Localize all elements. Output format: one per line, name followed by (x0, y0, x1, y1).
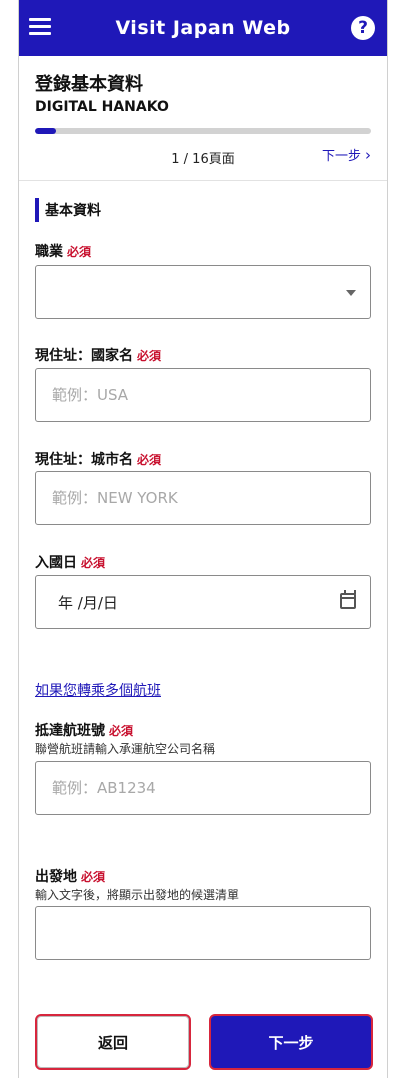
app-title: Visit Japan Web (115, 17, 291, 39)
progress-fill (35, 128, 56, 134)
departure-label: 出發地 必須 (35, 866, 105, 886)
page-title: 登錄基本資料 (35, 74, 143, 95)
country-input[interactable] (36, 369, 370, 421)
occupation-select-value[interactable] (36, 266, 370, 318)
required-badge: 必須 (109, 724, 134, 738)
required-badge: 必須 (81, 556, 106, 570)
header-divider (19, 180, 387, 181)
back-button[interactable]: 返回 (35, 1014, 191, 1070)
required-badge: 必須 (67, 245, 92, 259)
user-name: DIGITAL HANAKO (35, 99, 169, 115)
help-icon[interactable]: ? (351, 16, 375, 40)
city-label: 現住址：城市名 必須 (35, 449, 161, 469)
flight-label-text: 抵達航班號 (35, 723, 105, 739)
entry-date-value: 年 /月/日 (58, 594, 118, 612)
city-field[interactable] (35, 471, 371, 525)
entry-date-label: 入國日 必須 (35, 552, 105, 572)
required-badge: 必須 (137, 453, 162, 467)
city-label-text: 現住址：城市名 (35, 452, 133, 468)
entry-date-field[interactable]: 年 /月/日 (35, 575, 371, 629)
top-bar: Visit Japan Web ? (19, 0, 387, 56)
section-title: 基本資料 (45, 203, 101, 219)
flight-input[interactable] (36, 762, 370, 814)
section-accent-bar (35, 198, 39, 222)
city-input[interactable] (36, 472, 370, 524)
departure-hint: 輸入文字後，將顯示出發地的候選清單 (35, 888, 240, 902)
country-field[interactable] (35, 368, 371, 422)
occupation-label: 職業 必須 (35, 241, 91, 261)
departure-input[interactable] (36, 907, 370, 959)
progress-bar (35, 128, 371, 134)
multiple-flights-link[interactable]: 如果您轉乘多個航班 (35, 680, 161, 700)
flight-label: 抵達航班號 必須 (35, 720, 133, 740)
flight-field[interactable] (35, 761, 371, 815)
occupation-label-text: 職業 (35, 244, 63, 260)
app-frame: Visit Japan Web ? 登錄基本資料 DIGITAL HANAKO … (18, 0, 388, 1078)
departure-field[interactable] (35, 906, 371, 960)
calendar-icon[interactable] (340, 590, 356, 609)
occupation-select[interactable] (35, 265, 371, 319)
required-badge: 必須 (81, 870, 106, 884)
departure-label-text: 出發地 (35, 869, 77, 885)
entry-date-label-text: 入國日 (35, 555, 77, 571)
required-badge: 必須 (137, 349, 162, 363)
chevron-right-icon: › (365, 146, 371, 164)
flight-hint: 聯營航班請輸入承運航空公司名稱 (35, 742, 216, 756)
country-label-text: 現住址：國家名 (35, 348, 133, 364)
page-header: 登錄基本資料 DIGITAL HANAKO (35, 70, 375, 115)
next-button[interactable]: 下一步 (209, 1014, 373, 1070)
dropdown-caret-icon (346, 290, 356, 296)
next-step-link-label: 下一步 (321, 149, 361, 164)
section-heading: 基本資料 (35, 198, 101, 222)
next-step-link[interactable]: 下一步 › (322, 145, 371, 164)
country-label: 現住址：國家名 必須 (35, 345, 161, 365)
hamburger-menu-icon[interactable] (29, 16, 53, 38)
